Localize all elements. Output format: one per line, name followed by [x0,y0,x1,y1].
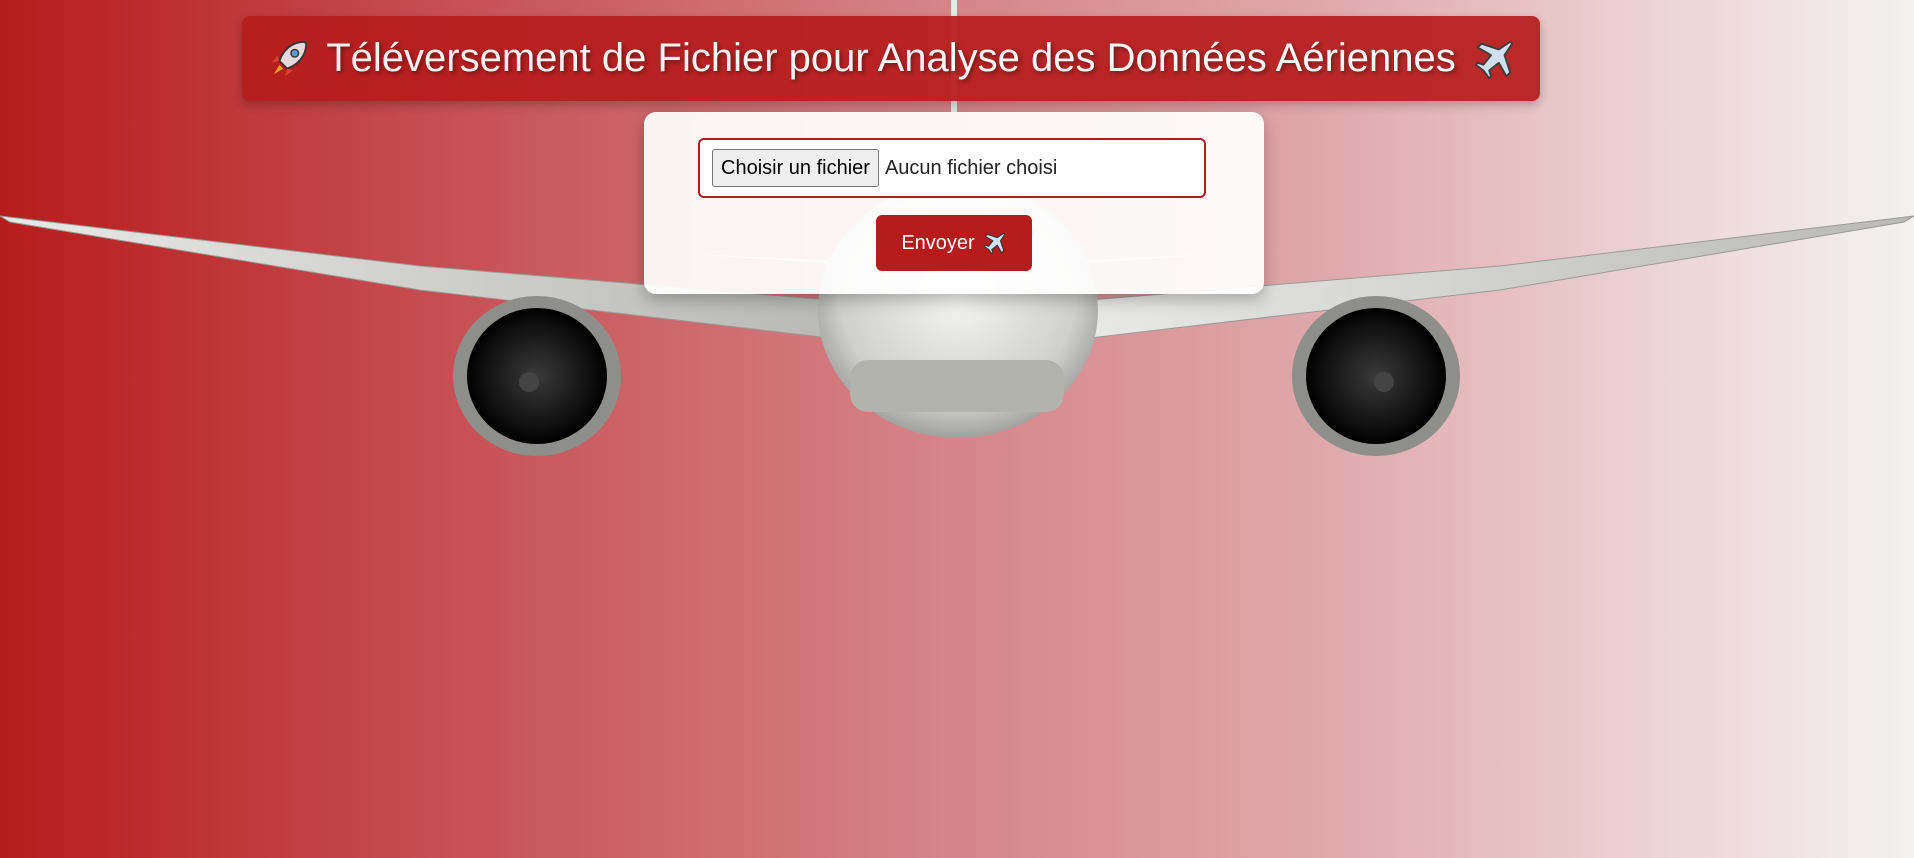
no-file-chosen-text: Aucun fichier choisi [884,156,1058,179]
airplane-icon [983,232,1006,255]
page-title-text: Téléversement de Fichier pour Analyse de… [326,36,1456,80]
rocket-icon [271,40,308,76]
send-button-label: Envoyer [901,231,975,254]
send-button[interactable]: Envoyer [876,215,1032,271]
page-title-banner: Téléversement de Fichier pour Analyse de… [242,16,1540,101]
airplane-icon [1474,40,1513,79]
choose-file-button[interactable]: Choisir un fichier [712,149,879,187]
upload-form: Choisir un fichier Aucun fichier choisi … [644,112,1264,294]
file-input-field[interactable]: Choisir un fichier Aucun fichier choisi [698,138,1206,198]
page-title: Téléversement de Fichier pour Analyse de… [266,36,1516,82]
